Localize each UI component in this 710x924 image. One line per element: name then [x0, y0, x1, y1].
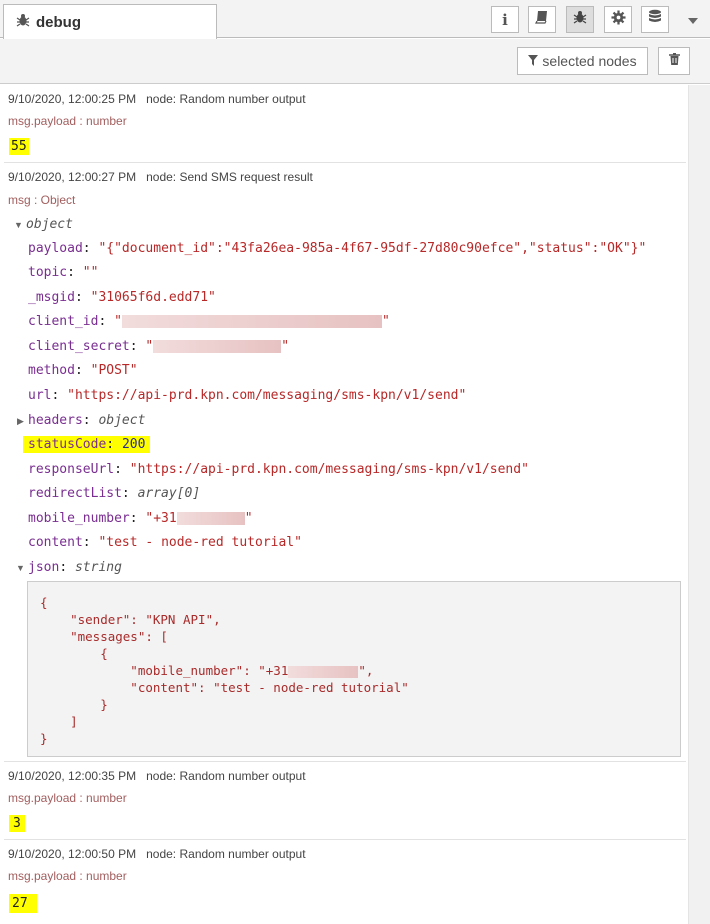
object-root[interactable]: object	[26, 217, 73, 232]
info-icon: i	[502, 10, 508, 29]
message-value[interactable]: 3	[9, 815, 25, 832]
message-value[interactable]: 55	[9, 138, 29, 155]
redacted-value	[288, 665, 359, 678]
debug-button[interactable]	[566, 6, 594, 33]
prop-client-secret[interactable]: client_secret: " "	[28, 339, 289, 354]
expand-down-icon[interactable]: ▼	[14, 220, 23, 230]
message-value[interactable]: 27	[9, 894, 37, 913]
prop-content[interactable]: content: "test - node-red tutorial"	[28, 535, 302, 550]
json-text: { "sender": "KPN API", "messages": [ { "…	[40, 595, 409, 746]
prop-response-url[interactable]: responseUrl: "https://api-prd.kpn.com/me…	[28, 462, 529, 477]
prop-payload[interactable]: payload: "{"document_id":"43fa26ea-985a-…	[28, 241, 646, 256]
config-button[interactable]	[604, 6, 632, 33]
message-meta: 9/10/2020, 12:00:25 PM node: Random numbe…	[8, 92, 306, 106]
prop-url[interactable]: url: "https://api-prd.kpn.com/messaging/…	[28, 388, 466, 403]
prop-topic[interactable]: topic: ""	[28, 265, 98, 280]
message-topic: msg.payload : number	[8, 114, 127, 128]
tab-debug[interactable]: debug	[3, 4, 217, 39]
debug-message: 9/10/2020, 12:00:35 PM node: Random numbe…	[4, 762, 686, 840]
help-button[interactable]	[528, 6, 556, 33]
redacted-value	[176, 512, 245, 525]
prop-client-id[interactable]: client_id: " "	[28, 314, 390, 329]
debug-message: 9/10/2020, 12:00:50 PM node: Random numbe…	[4, 840, 686, 924]
prop-method[interactable]: method: "POST"	[28, 363, 138, 378]
database-icon	[648, 9, 662, 30]
debug-message-list[interactable]: 9/10/2020, 12:00:25 PM node: Random numbe…	[0, 85, 688, 924]
message-time: 9/10/2020, 12:00:27 PM	[8, 170, 137, 184]
book-icon	[535, 10, 549, 29]
sidebar-menu-button[interactable]	[681, 6, 705, 33]
debug-toolbar: selected nodes	[0, 39, 710, 84]
chevron-down-icon	[688, 11, 698, 29]
context-button[interactable]	[641, 6, 669, 33]
tab-label: debug	[36, 13, 81, 31]
message-topic: msg : Object	[8, 193, 76, 207]
info-button[interactable]: i	[491, 6, 519, 33]
filter-label: selected nodes	[542, 53, 637, 69]
clear-button[interactable]	[658, 47, 690, 75]
expand-down-icon[interactable]: ▼	[16, 563, 25, 573]
sidebar-header: debug i	[0, 0, 710, 39]
prop-mobile-number[interactable]: mobile_number: "+31 "	[28, 511, 253, 526]
prop-redirect-list[interactable]: redirectList: array[0]	[28, 486, 200, 501]
prop-status-code[interactable]: statusCode: 200	[23, 436, 151, 453]
message-meta: 9/10/2020, 12:00:50 PM node: Random numbe…	[8, 847, 306, 861]
json-string-box[interactable]: { "sender": "KPN API", "messages": [ { "…	[27, 581, 681, 757]
message-node[interactable]: node: Random number output	[146, 769, 305, 783]
message-meta: 9/10/2020, 12:00:27 PM node: Send SMS req…	[8, 170, 313, 184]
bug-icon	[16, 13, 30, 32]
expand-right-icon[interactable]: ▶	[17, 416, 24, 427]
message-time: 9/10/2020, 12:00:35 PM	[8, 769, 137, 783]
trash-icon	[668, 52, 680, 70]
gear-icon	[610, 9, 626, 30]
message-topic: msg.payload : number	[8, 869, 127, 883]
prop-headers[interactable]: headers: object	[28, 413, 145, 428]
message-topic: msg.payload : number	[8, 791, 127, 805]
debug-message: 9/10/2020, 12:00:25 PM node: Random numbe…	[4, 85, 686, 163]
message-time: 9/10/2020, 12:00:25 PM	[8, 92, 137, 106]
filter-icon	[528, 53, 542, 69]
bug-icon	[573, 10, 587, 29]
scrollbar[interactable]	[688, 85, 710, 924]
message-meta: 9/10/2020, 12:00:35 PM node: Random numbe…	[8, 769, 306, 783]
message-node[interactable]: node: Send SMS request result	[146, 170, 313, 184]
redacted-value	[153, 340, 282, 353]
message-node[interactable]: node: Random number output	[146, 847, 305, 861]
prop-json[interactable]: json: string	[28, 560, 122, 575]
prop-msgid[interactable]: _msgid: "31065f6d.edd71"	[28, 290, 216, 305]
filter-button[interactable]: selected nodes	[517, 47, 648, 75]
message-time: 9/10/2020, 12:00:50 PM	[8, 847, 137, 861]
message-node[interactable]: node: Random number output	[146, 92, 305, 106]
redacted-value	[121, 315, 382, 328]
